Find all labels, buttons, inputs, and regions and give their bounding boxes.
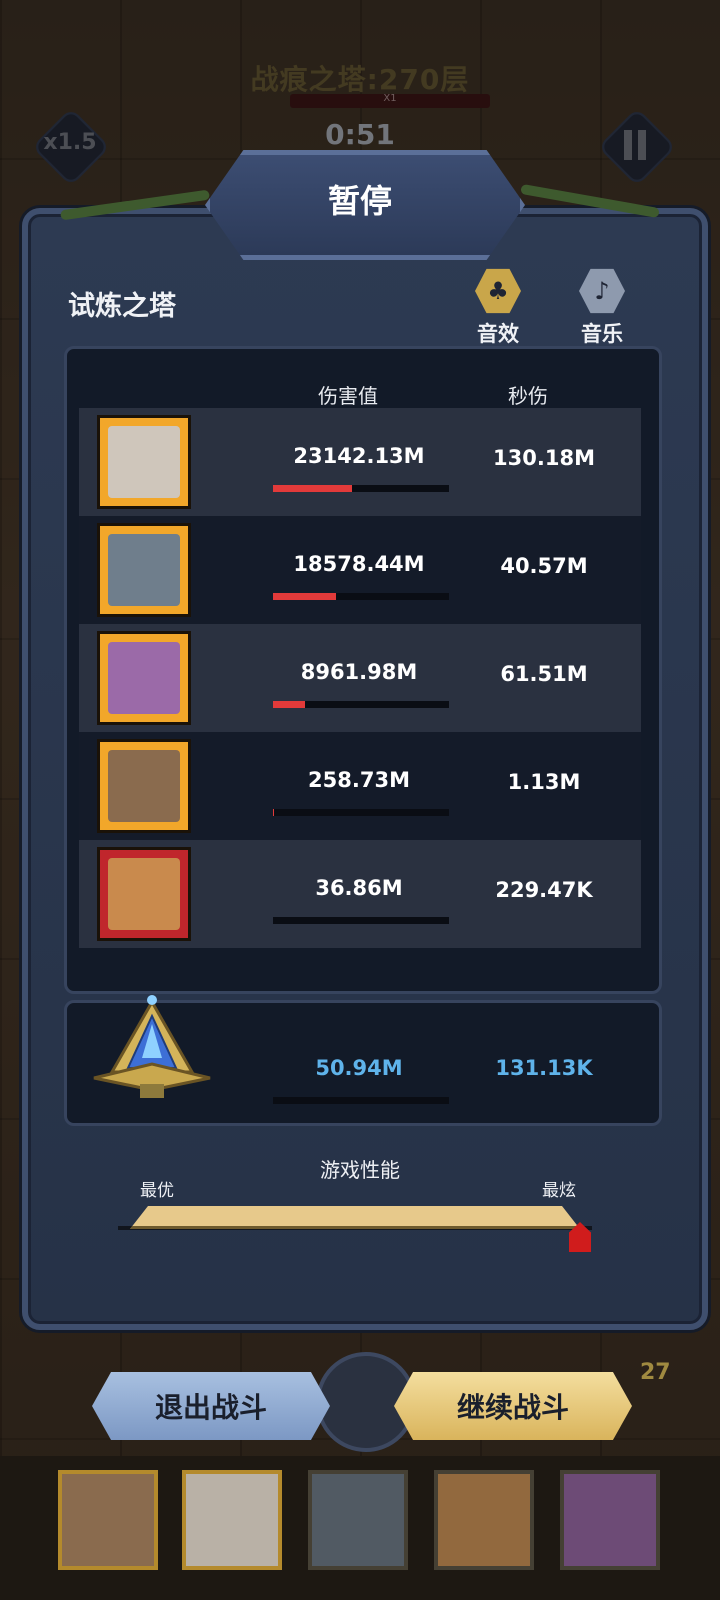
hero-dps-value: 40.57M (500, 554, 588, 578)
music-label: 音乐 (581, 322, 623, 346)
hero-damage-bar (273, 701, 449, 708)
hero-damage-bar-fill (273, 701, 305, 708)
sound-effect-icon: ♣ (475, 268, 521, 314)
hero-dps-value: 1.13M (507, 770, 581, 794)
performance-min-label: 最优 (140, 1181, 174, 1201)
performance-max-label: 最炫 (542, 1181, 576, 1201)
hero-slot-1[interactable] (58, 1470, 158, 1570)
hero-damage-bar-fill (273, 593, 337, 600)
hero-damage-value: 36.86M (315, 876, 403, 900)
hero-damage-value: 23142.13M (293, 444, 425, 468)
hero-portrait-image (108, 750, 180, 822)
performance-slider-track[interactable] (130, 1206, 580, 1229)
hero-damage-bar (273, 809, 449, 816)
hero-stat-row: 36.86M 229.47K (79, 840, 641, 948)
hero-stat-row: 8961.98M 61.51M (79, 624, 641, 732)
hero-stat-row: 23142.13M 130.18M (79, 408, 641, 516)
hero-portrait-image (108, 534, 180, 606)
music-toggle-button[interactable]: ♪ 音乐 (572, 268, 632, 348)
performance-title: 游戏性能 (320, 1158, 400, 1182)
artifact-damage-bar (273, 1097, 449, 1104)
hero-slot-4[interactable] (434, 1470, 534, 1570)
section-title: 试炼之塔 (68, 291, 176, 322)
hero-damage-value: 258.73M (308, 768, 410, 792)
hero-stat-row: 258.73M 1.13M (79, 732, 641, 840)
continue-battle-button[interactable]: 继续战斗 (394, 1372, 632, 1440)
music-icon: ♪ (579, 268, 625, 314)
hero-portrait-image (108, 642, 180, 714)
hero-dps-value: 61.51M (500, 662, 588, 686)
sfx-toggle-button[interactable]: ♣ 音效 (468, 268, 528, 348)
hero-damage-bar (273, 593, 449, 600)
hero-portrait (97, 631, 191, 725)
hero-damage-bar (273, 485, 449, 492)
hero-damage-value: 8961.98M (300, 660, 418, 684)
artifact-dps: 131.13K (495, 1056, 593, 1080)
coin-count: 27 (640, 1360, 671, 1385)
hero-portrait (97, 523, 191, 617)
hero-portrait-image (108, 858, 180, 930)
artifact-damage: 50.94M (315, 1056, 403, 1080)
hero-dps-value: 229.47K (495, 878, 593, 902)
hero-portrait-image (108, 426, 180, 498)
column-header-damage: 伤害值 (318, 384, 378, 408)
hero-portrait (97, 847, 191, 941)
hero-damage-bar (273, 917, 449, 924)
exit-battle-button[interactable]: 退出战斗 (92, 1372, 330, 1440)
sfx-label: 音效 (477, 322, 519, 346)
hero-stat-row: 18578.44M 40.57M (79, 516, 641, 624)
hero-damage-bar-fill (273, 809, 274, 816)
hero-portrait (97, 739, 191, 833)
hero-damage-value: 18578.44M (293, 552, 425, 576)
hero-slot-3[interactable] (308, 1470, 408, 1570)
artifact-icon (93, 995, 211, 1098)
hero-damage-bar-fill (273, 485, 353, 492)
hero-slot-2[interactable] (182, 1470, 282, 1570)
column-header-dps: 秒伤 (508, 384, 548, 408)
hero-portrait (97, 415, 191, 509)
dialog-title: 暂停 (327, 182, 392, 220)
hero-slot-5[interactable] (560, 1470, 660, 1570)
hero-dps-value: 130.18M (493, 446, 595, 470)
